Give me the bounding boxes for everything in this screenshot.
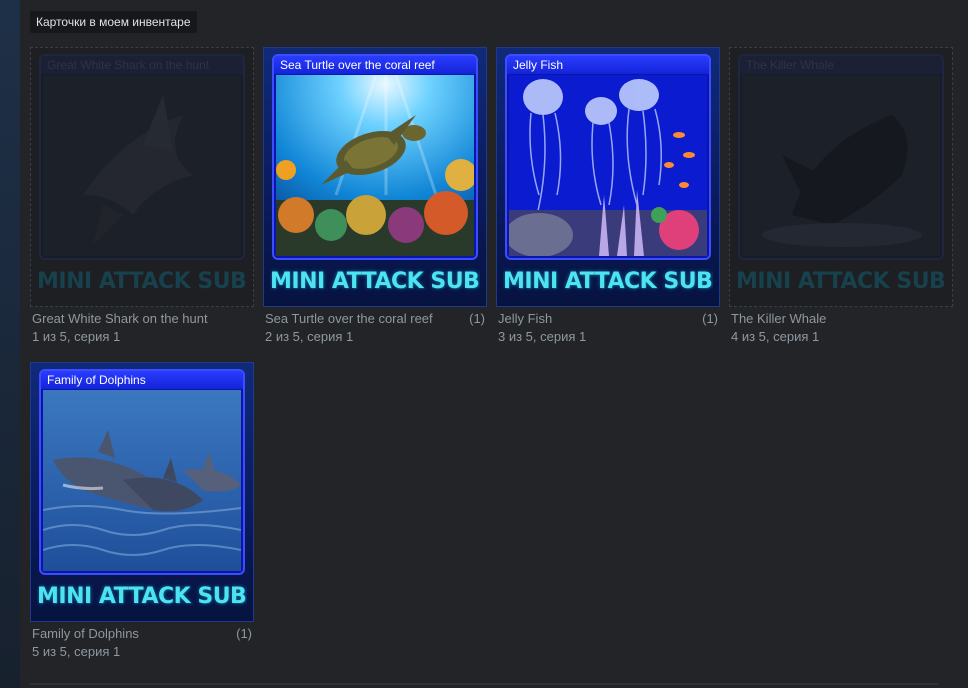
shark-art xyxy=(43,75,241,256)
card-brand-logo: MINI ATTACK SUBMARINE xyxy=(736,269,946,294)
card-brand-logo: MINI ATTACK SUBMARINE xyxy=(270,269,480,294)
left-sidebar-edge xyxy=(0,0,21,688)
card-title: Great White Shark on the hunt xyxy=(41,56,243,74)
card-inner: Sea Turtle over the coral reef xyxy=(272,54,478,260)
jelly-fish-art xyxy=(509,75,707,256)
card-frame: The Killer Whale MINI ATTACK SUBMARINE xyxy=(729,47,953,307)
killer-whale-art xyxy=(742,75,940,256)
section-divider xyxy=(30,683,938,685)
trading-card-killer-whale[interactable]: The Killer Whale MINI ATTACK SUBMARINE T… xyxy=(729,47,953,344)
card-series: 2 из 5, серия 1 xyxy=(265,329,354,344)
card-frame: Jelly Fish MINI ATTACK SUB xyxy=(496,47,720,307)
card-series: 4 из 5, серия 1 xyxy=(731,329,820,344)
card-inner: The Killer Whale xyxy=(738,54,944,260)
card-title: Jelly Fish xyxy=(507,56,709,74)
page: Карточки в моем инвентаре Great White Sh… xyxy=(0,0,968,688)
trading-card-dolphins[interactable]: Family of Dolphins MINI ATTACK SUB Famil… xyxy=(30,362,254,659)
card-frame: Family of Dolphins MINI ATTACK SUB xyxy=(30,362,254,622)
card-name: Great White Shark on the hunt xyxy=(32,311,208,326)
card-count: (1) xyxy=(702,311,718,326)
card-frame: Sea Turtle over the coral reef MINI ATTA… xyxy=(263,47,487,307)
card-series: 3 из 5, серия 1 xyxy=(498,329,587,344)
trading-card-sea-turtle[interactable]: Sea Turtle over the coral reef MINI ATTA… xyxy=(263,47,487,344)
section-title: Карточки в моем инвентаре xyxy=(30,11,197,33)
card-inner: Family of Dolphins xyxy=(39,369,245,575)
card-brand-logo: MINI ATTACK SUBMARINE xyxy=(37,269,247,294)
card-title: The Killer Whale xyxy=(740,56,942,74)
card-inner: Jelly Fish xyxy=(505,54,711,260)
card-brand-logo: MINI ATTACK SUBMARINE xyxy=(503,269,713,294)
card-name: Family of Dolphins xyxy=(32,626,139,641)
card-title: Sea Turtle over the coral reef xyxy=(274,56,476,74)
card-name: The Killer Whale xyxy=(731,311,827,326)
card-inner: Great White Shark on the hunt xyxy=(39,54,245,260)
sea-turtle-art xyxy=(276,75,474,256)
trading-card-shark[interactable]: Great White Shark on the hunt MINI ATTAC… xyxy=(30,47,254,344)
trading-card-jelly-fish[interactable]: Jelly Fish MINI ATTACK SUB Jelly Fish (1… xyxy=(496,47,720,344)
card-series: 1 из 5, серия 1 xyxy=(32,329,121,344)
card-name: Sea Turtle over the coral reef xyxy=(265,311,433,326)
card-name: Jelly Fish xyxy=(498,311,553,326)
card-title: Family of Dolphins xyxy=(41,371,243,389)
card-brand-logo: MINI ATTACK SUBMARINE xyxy=(37,584,247,609)
card-frame: Great White Shark on the hunt MINI ATTAC… xyxy=(30,47,254,307)
card-count: (1) xyxy=(236,626,252,641)
dolphins-art xyxy=(43,390,241,571)
card-count: (1) xyxy=(469,311,485,326)
card-series: 5 из 5, серия 1 xyxy=(32,644,121,659)
